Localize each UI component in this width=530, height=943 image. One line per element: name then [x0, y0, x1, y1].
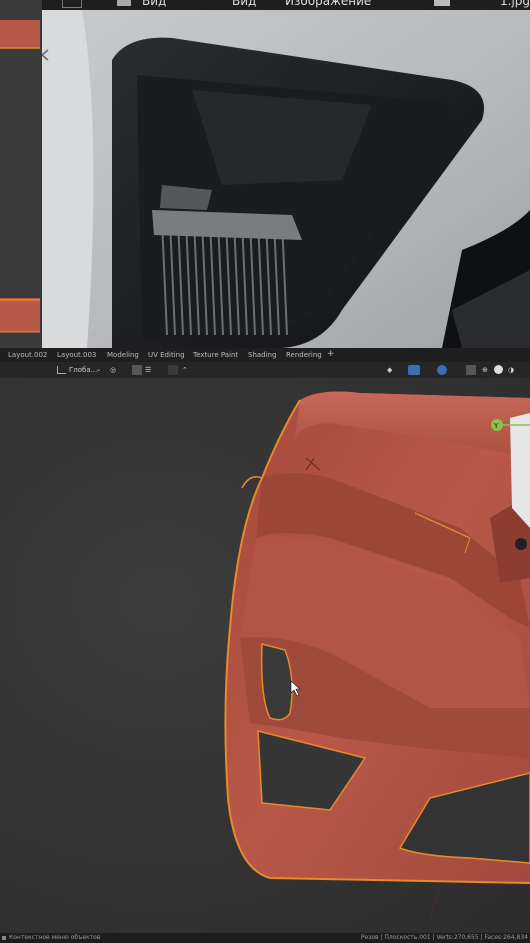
tab-shading[interactable]: Shading — [248, 351, 276, 359]
mouse-icon — [2, 936, 6, 940]
wireframe-shading-icon[interactable]: ⊕ — [482, 365, 488, 375]
proportional-edit-icon[interactable] — [168, 365, 178, 375]
tab-modeling[interactable]: Modeling — [107, 351, 139, 359]
gizmo-toggle-icon[interactable] — [408, 365, 420, 375]
material-shading-icon[interactable]: ◑ — [508, 365, 514, 375]
tab-rendering[interactable]: Rendering — [286, 351, 322, 359]
workspace-tabs: Layout.002 Layout.003 Modeling UV Editin… — [0, 348, 530, 362]
tab-layout-003[interactable]: Layout.003 — [57, 351, 96, 359]
viewport-header: Глоба... ⌄ ◎ ☰ ⌃ ◆ ⊕ ◑ — [0, 362, 530, 378]
status-left-text: Контекстное меню объектов — [9, 934, 101, 941]
transform-orientation-icon — [57, 366, 66, 374]
image-editor: Вид Вид Изображение 1.jpg — [0, 0, 530, 348]
gizmo-y-label: Y — [493, 422, 499, 430]
status-bar: Контекстное меню объектов Резов | Плоско… — [0, 933, 530, 943]
3d-viewport[interactable]: Y — [0, 378, 530, 933]
image-menu[interactable]: Изображение — [285, 0, 371, 8]
visibility-icon[interactable]: ◆ — [387, 365, 392, 375]
image-editor-left-panel — [0, 0, 42, 348]
view-menu-2[interactable]: Вид — [232, 0, 256, 8]
image-editor-header: Вид Вид Изображение 1.jpg — [42, 0, 530, 10]
snap-target-icon[interactable]: ☰ — [145, 365, 151, 375]
view-menu[interactable]: Вид — [142, 0, 166, 8]
mesh-preview-strip — [0, 0, 42, 348]
image-icon — [434, 0, 450, 6]
editor-type-icon[interactable] — [62, 0, 82, 8]
tab-uv-editing[interactable]: UV Editing — [148, 351, 185, 359]
reference-photo — [42, 10, 530, 348]
falloff-icon[interactable]: ⌃ — [182, 365, 188, 375]
bumper-model[interactable]: Y — [0, 378, 530, 933]
view-icon — [117, 0, 131, 6]
status-right-text: Резов | Плоскость.001 | Verts:270,655 | … — [360, 934, 528, 941]
solid-shading-icon[interactable] — [494, 365, 503, 374]
overlays-icon[interactable] — [437, 365, 447, 375]
pivot-point-icon[interactable]: ◎ — [110, 365, 116, 375]
tab-texture-paint[interactable]: Texture Paint — [193, 351, 238, 359]
snap-icon[interactable] — [132, 365, 142, 375]
transform-orientation-dropdown[interactable]: Глоба... — [69, 365, 97, 375]
add-workspace-button[interactable]: + — [327, 349, 335, 359]
xray-icon[interactable] — [466, 365, 476, 375]
image-name-field[interactable]: 1.jpg — [500, 0, 530, 8]
chevron-down-icon: ⌄ — [96, 366, 102, 373]
tab-layout-002[interactable]: Layout.002 — [8, 351, 47, 359]
